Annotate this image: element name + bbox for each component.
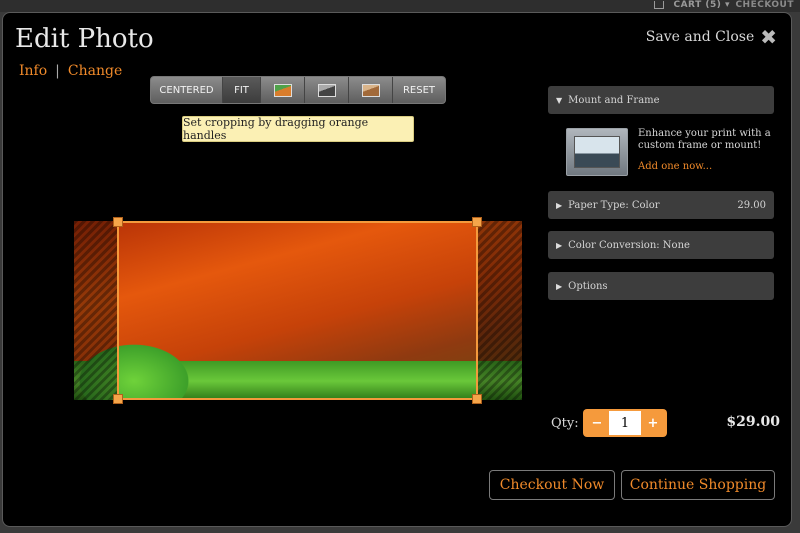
paper-type-label: Paper Type: Color — [568, 199, 660, 211]
paper-type-price: 29.00 — [737, 199, 766, 211]
color-mode-button[interactable] — [261, 77, 305, 103]
sepia-mode-button[interactable] — [349, 77, 393, 103]
collapsed-triangle-icon: ▶ — [556, 200, 563, 210]
reset-button[interactable]: RESET — [393, 77, 445, 103]
options-panel[interactable]: ▶ Options — [548, 272, 774, 300]
crop-handle-bottom-right[interactable] — [472, 394, 482, 404]
checkout-now-button[interactable]: Checkout Now — [489, 470, 615, 500]
grayscale-mode-button[interactable] — [305, 77, 349, 103]
increase-qty-button[interactable]: + — [641, 409, 665, 437]
grayscale-thumb-icon — [317, 83, 336, 97]
sepia-thumb-icon — [361, 83, 380, 97]
crop-toolbar: CENTERED FIT RESET — [150, 76, 446, 104]
quantity-stepper: − + — [583, 409, 667, 437]
save-and-close-button[interactable]: Save and Close ✖ — [646, 27, 777, 47]
mount-frame-panel[interactable]: ▼ Mount and Frame — [548, 86, 774, 114]
subnav: Info | Change — [19, 63, 122, 79]
color-thumb-icon — [273, 83, 292, 97]
modal-title: Edit Photo — [15, 24, 154, 54]
checkout-link[interactable]: CHECKOUT — [735, 0, 794, 10]
total-price: $29.00 — [726, 414, 780, 430]
crop-handle-top-left[interactable] — [113, 217, 123, 227]
cart-icon[interactable] — [654, 1, 664, 9]
centered-button[interactable]: CENTERED — [151, 77, 223, 103]
expanded-triangle-icon: ▼ — [556, 95, 563, 105]
cart-link[interactable]: CART (5) ▾ — [673, 0, 730, 10]
color-conversion-panel[interactable]: ▶ Color Conversion: None — [548, 231, 774, 259]
collapsed-triangle-icon: ▶ — [556, 240, 563, 250]
mount-promo-text: Enhance your print with a custom frame o… — [638, 128, 771, 151]
site-topbar: CART (5) ▾ CHECKOUT — [0, 0, 800, 12]
quantity-field[interactable] — [609, 411, 641, 435]
change-link[interactable]: Change — [68, 63, 122, 79]
decrease-qty-button[interactable]: − — [585, 409, 609, 437]
save-close-label: Save and Close — [645, 29, 755, 45]
photo-crop-area[interactable] — [74, 217, 522, 404]
collapsed-triangle-icon: ▶ — [556, 281, 563, 291]
mount-promo: Enhance your print with a custom frame o… — [566, 128, 776, 178]
crop-handle-top-right[interactable] — [472, 217, 482, 227]
crop-frame[interactable] — [113, 217, 482, 404]
options-label: Options — [568, 280, 608, 292]
frame-preview-image — [566, 128, 628, 176]
close-icon[interactable]: ✖ — [760, 27, 777, 47]
mount-frame-label: Mount and Frame — [568, 94, 660, 106]
continue-shopping-button[interactable]: Continue Shopping — [621, 470, 775, 500]
crop-handle-bottom-left[interactable] — [113, 394, 123, 404]
crop-hint: Set cropping by dragging orange handles — [182, 116, 414, 142]
qty-label: Qty: — [551, 416, 579, 431]
info-link[interactable]: Info — [19, 63, 47, 79]
crop-shade-right — [478, 221, 522, 400]
crop-shade-left — [74, 221, 117, 400]
add-mount-link[interactable]: Add one now... — [638, 161, 712, 172]
color-conversion-label: Color Conversion: None — [568, 239, 690, 251]
fit-button[interactable]: FIT — [223, 77, 261, 103]
paper-type-panel[interactable]: ▶ Paper Type: Color 29.00 — [548, 191, 774, 219]
subnav-separator: | — [55, 63, 60, 79]
